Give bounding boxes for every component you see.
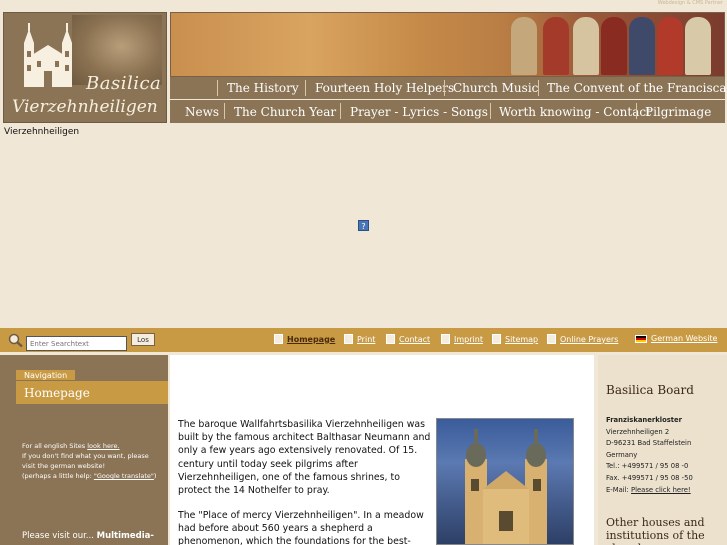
toolbar-german-website[interactable]: German Website bbox=[635, 334, 717, 343]
basilica-photo-graphic bbox=[465, 429, 547, 544]
secondary-nav: News The Church Year Prayer - Lyrics - S… bbox=[170, 100, 725, 123]
google-translate-link[interactable]: "Google translate" bbox=[94, 472, 154, 480]
toolbar-contact[interactable]: Contact bbox=[386, 334, 430, 344]
prayers-icon bbox=[547, 334, 556, 344]
logo-line-1: Basilica bbox=[86, 73, 162, 94]
imprint-icon bbox=[441, 334, 450, 344]
nav-church-music[interactable]: Church Music bbox=[453, 77, 538, 99]
nav-fourteen-holy-helpers[interactable]: Fourteen Holy Helpers bbox=[315, 77, 454, 99]
contact-address: Franziskanerkloster Vierzehnheiligen 2 D… bbox=[606, 416, 693, 494]
nav-prayer-lyrics-songs[interactable]: Prayer - Lyrics - Songs bbox=[350, 100, 488, 123]
sitemap-icon bbox=[492, 334, 501, 344]
nav-convent-franciscans[interactable]: The Convent of the Franciscans bbox=[547, 77, 727, 99]
german-flag-icon bbox=[635, 334, 647, 343]
primary-nav: The History Fourteen Holy Helpers Church… bbox=[170, 77, 727, 99]
nav-pilgrimage[interactable]: Pilgrimage bbox=[645, 100, 711, 123]
nav-worth-knowing-contact[interactable]: Worth knowing - Contact bbox=[499, 100, 651, 123]
basilica-board-title: Basilica Board bbox=[606, 383, 694, 397]
nav-news[interactable]: News bbox=[185, 100, 219, 123]
basilica-icon bbox=[24, 23, 72, 87]
left-sidebar: Navigation Homepage For all english Site… bbox=[0, 355, 168, 545]
header-banner bbox=[170, 12, 725, 77]
english-sites-link[interactable]: look here. bbox=[87, 442, 119, 450]
search-input[interactable] bbox=[26, 336, 127, 351]
multimedia-promo[interactable]: Please visit our... Multimedia- bbox=[22, 531, 154, 541]
email-link[interactable]: Please click here! bbox=[631, 486, 691, 494]
print-icon bbox=[344, 334, 353, 344]
credit-link[interactable]: Webdesign & CMS Partner bbox=[658, 0, 723, 6]
english-sites-note: For all english Sites look here. If you … bbox=[22, 442, 157, 480]
toolbar-print[interactable]: Print bbox=[344, 334, 375, 344]
basilica-photo bbox=[436, 418, 574, 545]
toolbar-imprint[interactable]: Imprint bbox=[441, 334, 483, 344]
main-content: The baroque Wallfahrtsbasilika Vierzehnh… bbox=[170, 355, 594, 545]
site-logo[interactable]: Basilica Vierzehnheiligen bbox=[3, 12, 167, 123]
flash-area bbox=[0, 138, 727, 326]
history-paragraph: The "Place of mercy Vierzehnheiligen". I… bbox=[178, 510, 424, 545]
toolbar-homepage[interactable]: Homepage bbox=[274, 334, 335, 344]
navigation-label: Navigation bbox=[16, 370, 76, 380]
other-houses-title[interactable]: Other houses and institutions of the chu… bbox=[606, 516, 724, 545]
intro-paragraph: The baroque Wallfahrtsbasilika Vierzehnh… bbox=[178, 419, 431, 497]
contact-icon bbox=[386, 334, 395, 344]
nav-church-year[interactable]: The Church Year bbox=[234, 100, 336, 123]
toolbar-online-prayers[interactable]: Online Prayers bbox=[547, 334, 618, 344]
logo-line-2: Vierzehnheiligen bbox=[12, 97, 158, 117]
sidebar-item-homepage[interactable]: Homepage bbox=[16, 381, 168, 404]
home-icon bbox=[274, 334, 283, 344]
top-strip: Webdesign & CMS Partner bbox=[0, 0, 727, 9]
right-sidebar: Basilica Board Franziskanerkloster Vierz… bbox=[598, 355, 727, 545]
search-button[interactable]: Los bbox=[131, 333, 155, 346]
breadcrumb: Vierzehnheiligen bbox=[4, 127, 80, 137]
toolbar: Los Homepage Print Contact Imprint Sitem… bbox=[0, 328, 727, 352]
missing-plugin-icon[interactable]: ? bbox=[358, 220, 369, 231]
toolbar-sitemap[interactable]: Sitemap bbox=[492, 334, 538, 344]
nav-the-history[interactable]: The History bbox=[227, 77, 299, 99]
search-icon bbox=[8, 333, 23, 348]
